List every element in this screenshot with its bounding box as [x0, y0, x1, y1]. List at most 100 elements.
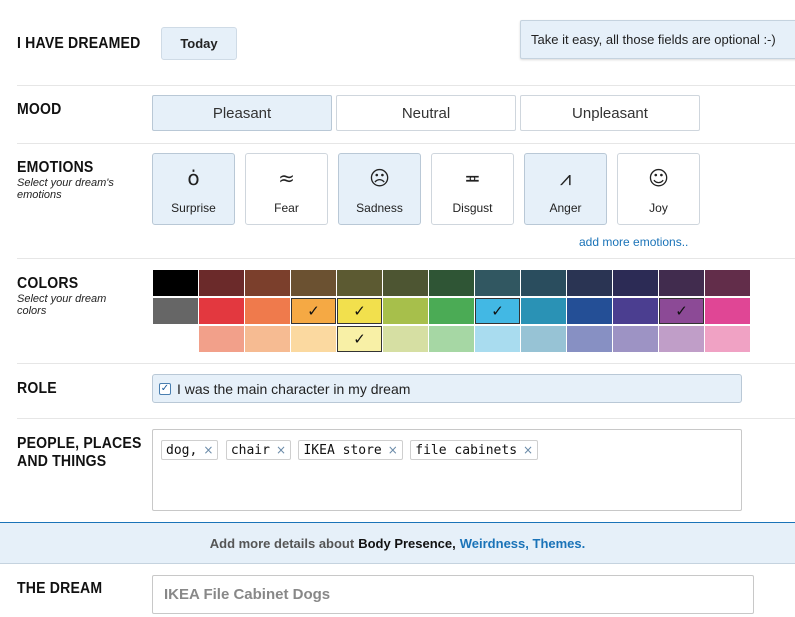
divider [17, 363, 795, 364]
mood-unpleasant-button[interactable]: Unpleasant [520, 95, 700, 131]
remove-tag-icon[interactable]: × [388, 443, 398, 457]
body-presence-link[interactable]: Body Presence, [358, 536, 456, 551]
emotion-disgust-button[interactable]: ≖ Disgust [431, 153, 514, 225]
surprise-face-icon: ȯ [187, 166, 200, 190]
color-swatch[interactable] [245, 298, 290, 324]
disgust-face-icon: ≖ [464, 166, 481, 190]
themes-link[interactable]: Themes. [533, 536, 586, 551]
mood-neutral-button[interactable]: Neutral [336, 95, 516, 131]
emotion-label: Surprise [171, 201, 216, 215]
emotions-subtitle: Select your dream's emotions [17, 177, 114, 201]
color-swatch[interactable] [199, 298, 244, 324]
color-swatch[interactable] [521, 298, 566, 324]
color-swatch[interactable] [705, 270, 750, 296]
color-swatch[interactable] [429, 270, 474, 296]
mood-pleasant-button[interactable]: Pleasant [152, 95, 332, 131]
color-swatch[interactable]: ✓ [291, 298, 336, 324]
color-swatch[interactable] [337, 270, 382, 296]
check-icon: ✓ [353, 302, 366, 320]
color-swatch[interactable] [199, 326, 244, 352]
divider [17, 85, 795, 86]
emotion-label: Fear [274, 201, 299, 215]
color-swatch[interactable]: ✓ [337, 326, 382, 352]
color-swatch[interactable] [475, 326, 520, 352]
emotion-joy-button[interactable]: ☺ Joy [617, 153, 700, 225]
remove-tag-icon[interactable]: × [276, 443, 286, 457]
color-swatch[interactable] [245, 326, 290, 352]
color-swatch[interactable] [659, 326, 704, 352]
color-swatch[interactable] [659, 270, 704, 296]
colors-label: COLORS [17, 275, 79, 292]
tag-text: IKEA store [303, 442, 382, 458]
color-swatch[interactable] [199, 270, 244, 296]
tag: chair × [225, 440, 292, 460]
color-swatch[interactable] [291, 326, 336, 352]
color-swatch[interactable] [521, 270, 566, 296]
color-swatch[interactable] [705, 326, 750, 352]
mood-label: MOOD [17, 101, 62, 118]
emotion-label: Anger [549, 201, 582, 215]
color-swatch[interactable] [613, 326, 658, 352]
people-label-line2: AND THINGS [17, 453, 107, 470]
tag-text: file cabinets [415, 442, 518, 458]
emotion-fear-button[interactable]: ≈ Fear [245, 153, 328, 225]
emotion-label: Disgust [452, 201, 493, 215]
emotion-anger-button[interactable]: ⩘ Anger [524, 153, 607, 225]
more-details-bar: Add more details about Body Presence, We… [0, 522, 795, 564]
color-swatch[interactable] [291, 270, 336, 296]
people-label-line1: PEOPLE, PLACES [17, 435, 142, 452]
color-swatch[interactable] [383, 298, 428, 324]
divider [17, 143, 795, 144]
color-swatch[interactable] [153, 298, 198, 324]
colors-subtitle: Select your dream colors [17, 293, 107, 317]
joy-face-icon: ☺ [648, 166, 669, 190]
more-details-prefix: Add more details about [209, 535, 355, 551]
color-swatch[interactable] [567, 298, 612, 324]
divider [17, 258, 795, 259]
color-swatch[interactable] [429, 326, 474, 352]
color-swatch[interactable] [567, 270, 612, 296]
main-character-checkbox-row[interactable]: ✓ I was the main character in my dream [152, 374, 742, 403]
dreamed-label: I HAVE DREAMED [17, 35, 141, 52]
color-swatch[interactable]: ✓ [337, 298, 382, 324]
emotion-surprise-button[interactable]: ȯ Surprise [152, 153, 235, 225]
main-character-checkbox[interactable]: ✓ [159, 382, 171, 395]
the-dream-label: THE DREAM [17, 580, 103, 597]
color-swatch[interactable] [383, 270, 428, 296]
add-more-emotions-link[interactable]: add more emotions.. [579, 235, 688, 249]
color-swatch[interactable]: ✓ [659, 298, 704, 324]
check-icon: ✓ [491, 302, 504, 320]
check-icon: ✓ [353, 330, 366, 348]
color-swatch[interactable] [429, 298, 474, 324]
tag: file cabinets × [410, 440, 539, 460]
remove-tag-icon[interactable]: × [203, 443, 213, 457]
color-swatch[interactable] [613, 298, 658, 324]
tag-text: dog, [166, 442, 198, 458]
sadness-face-icon: ☹ [369, 166, 390, 190]
color-swatch[interactable] [613, 270, 658, 296]
color-swatch-empty [153, 326, 198, 352]
people-tags-input[interactable]: dog, × chair × IKEA store × file cabinets × [152, 429, 742, 511]
main-character-label: I was the main character in my dream [177, 380, 411, 397]
weirdness-link[interactable]: Weirdness, [460, 536, 529, 551]
color-swatch[interactable] [475, 270, 520, 296]
emotions-label: EMOTIONS [17, 159, 94, 176]
dream-title-input[interactable] [152, 575, 754, 614]
optional-fields-tooltip: Take it easy, all those fields are optio… [520, 20, 795, 59]
tag: IKEA store × [298, 440, 403, 460]
color-swatch[interactable] [521, 326, 566, 352]
emotion-label: Sadness [356, 201, 403, 215]
emotion-sadness-button[interactable]: ☹ Sadness [338, 153, 421, 225]
color-swatch[interactable] [153, 270, 198, 296]
color-swatch[interactable] [567, 326, 612, 352]
check-icon: ✓ [307, 302, 320, 320]
color-swatch[interactable] [383, 326, 428, 352]
color-swatch[interactable] [245, 270, 290, 296]
role-label: ROLE [17, 380, 57, 397]
color-swatch[interactable]: ✓ [475, 298, 520, 324]
color-swatch[interactable] [705, 298, 750, 324]
today-button[interactable]: Today [161, 27, 237, 60]
remove-tag-icon[interactable]: × [523, 443, 533, 457]
tag: dog, × [161, 440, 219, 460]
fear-face-icon: ≈ [278, 166, 295, 190]
